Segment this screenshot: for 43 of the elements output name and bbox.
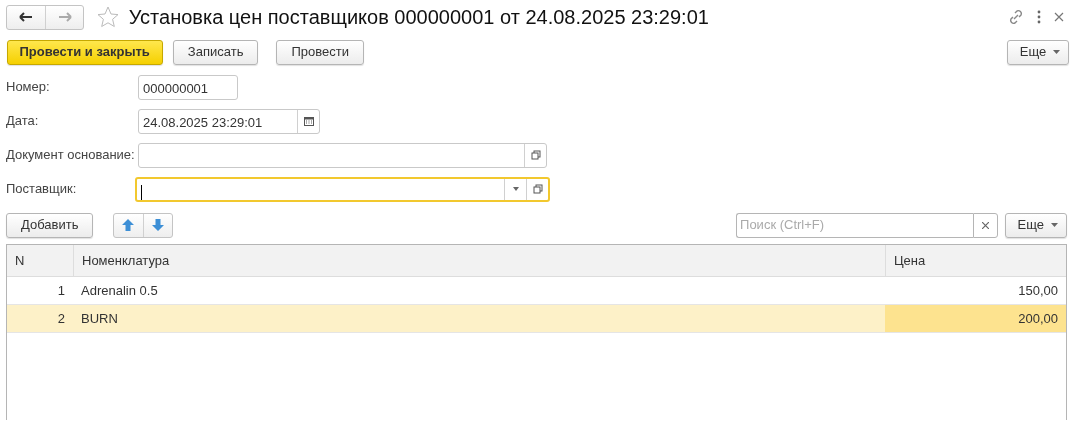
field-label: Поставщик: <box>6 180 78 199</box>
command-button[interactable]: Записать <box>172 39 259 65</box>
more-button[interactable]: Еще <box>1004 212 1067 238</box>
command-button[interactable]: Провести <box>276 39 364 65</box>
column-header[interactable]: Номенклатура <box>73 245 885 276</box>
calendar-icon[interactable] <box>303 116 314 126</box>
input-field[interactable] <box>138 142 547 168</box>
input-field[interactable]: 000000001 <box>138 74 238 100</box>
column-header[interactable]: Цена <box>885 245 1066 276</box>
field-label: Дата: <box>6 112 40 131</box>
open-window-icon[interactable] <box>532 184 543 194</box>
down-arrow-icon <box>151 219 164 231</box>
table-row[interactable]: 2 BURN 200,00 <box>7 305 1066 333</box>
field-label: Документ основание: <box>6 146 136 165</box>
table-cell-text: BURN <box>80 309 119 328</box>
close-icon[interactable] <box>1053 12 1064 22</box>
input-field[interactable] <box>135 176 550 202</box>
open-window-icon[interactable] <box>530 150 541 160</box>
field-label: Номер: <box>6 78 51 97</box>
caret-icon <box>1050 223 1058 227</box>
window-title: Установка цен поставщиков 000000001 от 24.08.2025 23:29:01 <box>128 5 709 30</box>
back-arrow-icon <box>19 12 33 22</box>
star-icon[interactable] <box>97 6 119 28</box>
up-arrow-icon <box>122 219 135 231</box>
forward-arrow-icon <box>57 12 72 22</box>
command-button[interactable]: Провести и закрыть <box>6 39 163 65</box>
link-icon[interactable] <box>1007 9 1024 25</box>
search-field[interactable]: Поиск (Ctrl+F) <box>736 212 974 238</box>
move-button-group[interactable] <box>112 212 173 238</box>
column-header[interactable]: N <box>7 245 73 276</box>
dropdown-icon[interactable] <box>512 187 519 191</box>
more-icon[interactable] <box>1036 10 1041 24</box>
caret-icon <box>1052 50 1060 54</box>
clear-button[interactable] <box>973 212 999 238</box>
table-cell-text: Adrenalin 0.5 <box>80 281 159 300</box>
close-icon <box>982 221 990 229</box>
date-field[interactable]: 24.08.2025 23:29:01 <box>138 108 320 134</box>
more-button[interactable]: Еще <box>1006 39 1069 65</box>
table-cell: 200,00 <box>885 305 1066 332</box>
add-button[interactable]: Добавить <box>6 212 94 238</box>
table-cell-text: 2 <box>56 309 66 328</box>
table-cell-text: 1 <box>56 281 66 300</box>
table-cell-text: 150,00 <box>1017 281 1059 300</box>
